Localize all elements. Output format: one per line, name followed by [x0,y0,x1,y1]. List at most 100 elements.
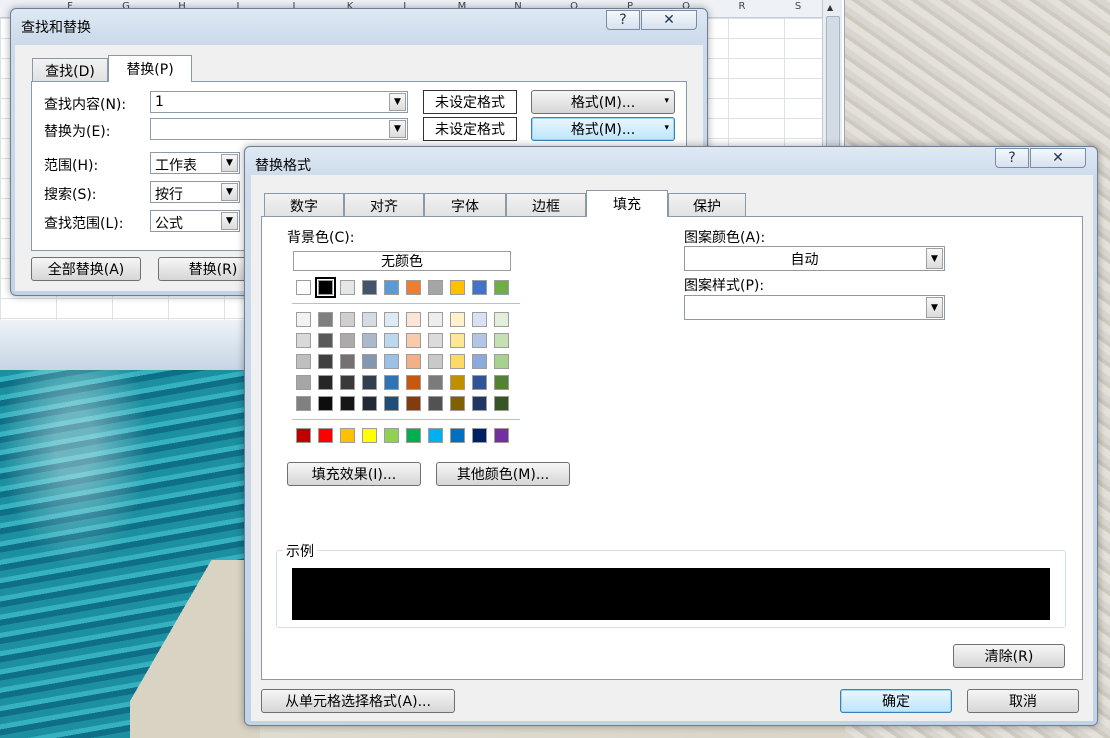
color-swatch[interactable] [450,333,465,348]
color-swatch[interactable] [494,396,509,411]
color-swatch[interactable] [340,428,355,443]
color-swatch[interactable] [318,333,333,348]
more-colors-button[interactable]: 其他颜色(M)... [436,462,570,486]
replace-all-button[interactable]: 全部替换(A) [31,257,141,281]
color-swatch[interactable] [340,354,355,369]
color-swatch[interactable] [340,312,355,327]
color-swatch[interactable] [472,354,487,369]
color-swatch[interactable] [362,333,377,348]
color-swatch[interactable] [318,354,333,369]
color-swatch[interactable] [494,428,509,443]
color-swatch[interactable] [428,354,443,369]
color-swatch[interactable] [494,280,509,295]
replace-input[interactable]: ▼ [150,118,408,140]
color-swatch[interactable] [450,428,465,443]
color-swatch[interactable] [296,333,311,348]
color-swatch[interactable] [296,312,311,327]
color-swatch[interactable] [296,280,311,295]
column-header[interactable]: S [770,1,826,12]
color-swatch[interactable] [428,375,443,390]
color-swatch[interactable] [362,396,377,411]
color-swatch[interactable] [428,280,443,295]
color-swatch[interactable] [406,354,421,369]
color-swatch[interactable] [472,333,487,348]
pattern-style-select[interactable]: ▼ [684,295,945,320]
color-swatch[interactable] [494,312,509,327]
color-swatch[interactable] [296,396,311,411]
color-swatch[interactable] [340,396,355,411]
color-swatch[interactable] [450,280,465,295]
tab-find[interactable]: 查找(D) [32,58,108,82]
dropdown-arrow-icon[interactable]: ▾ [664,96,669,106]
color-swatch[interactable] [384,396,399,411]
no-color-button[interactable]: 无颜色 [293,251,511,271]
help-button[interactable]: ? [606,10,640,30]
color-swatch[interactable] [384,375,399,390]
color-swatch[interactable] [384,333,399,348]
color-swatch[interactable] [296,354,311,369]
color-swatch[interactable] [384,428,399,443]
color-swatch[interactable] [450,375,465,390]
color-swatch[interactable] [472,428,487,443]
color-swatch[interactable] [318,396,333,411]
tab-number[interactable]: 数字 [264,193,344,217]
color-swatch[interactable] [340,375,355,390]
color-swatch[interactable] [362,312,377,327]
color-swatch[interactable] [428,333,443,348]
chevron-down-icon[interactable]: ▼ [221,154,238,172]
scope-select[interactable]: 工作表 ▼ [150,152,240,174]
choose-from-cell-button[interactable]: 从单元格选择格式(A)... [261,689,455,713]
color-swatch[interactable] [384,312,399,327]
find-format-button[interactable]: 格式(M)... ▾ [531,90,675,114]
color-swatch[interactable] [406,280,421,295]
help-button[interactable]: ? [995,148,1029,168]
scroll-up-icon[interactable]: ▲ [827,3,833,12]
color-swatch[interactable] [428,312,443,327]
color-swatch[interactable] [472,375,487,390]
color-swatch[interactable] [450,354,465,369]
color-swatch[interactable] [428,396,443,411]
find-input[interactable]: 1 ▼ [150,91,408,113]
color-swatch[interactable] [318,375,333,390]
tab-font[interactable]: 字体 [424,193,506,217]
color-swatch[interactable] [494,354,509,369]
fill-effects-button[interactable]: 填充效果(I)... [287,462,421,486]
search-select[interactable]: 按行 ▼ [150,181,240,203]
color-swatch[interactable] [384,354,399,369]
column-header[interactable]: R [714,1,770,12]
color-swatch[interactable] [315,277,336,298]
chevron-down-icon[interactable]: ▼ [389,93,406,111]
chevron-down-icon[interactable]: ▼ [389,120,406,138]
color-swatch[interactable] [472,396,487,411]
cancel-button[interactable]: 取消 [967,689,1079,713]
chevron-down-icon[interactable]: ▼ [926,297,943,318]
lookin-select[interactable]: 公式 ▼ [150,210,240,232]
color-swatch[interactable] [406,428,421,443]
color-swatch[interactable] [406,375,421,390]
chevron-down-icon[interactable]: ▼ [926,248,943,269]
scrollbar-thumb[interactable] [826,16,840,166]
tab-replace[interactable]: 替换(P) [108,55,192,82]
color-swatch[interactable] [362,428,377,443]
color-swatch[interactable] [494,333,509,348]
replace-format-button[interactable]: 格式(M)... ▾ [531,117,675,141]
color-swatch[interactable] [406,396,421,411]
color-swatch[interactable] [472,280,487,295]
pattern-color-select[interactable]: 自动 ▼ [684,246,945,271]
color-swatch[interactable] [318,312,333,327]
tab-alignment[interactable]: 对齐 [344,193,424,217]
clear-button[interactable]: 清除(R) [953,644,1065,668]
color-swatch[interactable] [450,396,465,411]
close-button[interactable]: ✕ [641,10,697,30]
close-button[interactable]: ✕ [1030,148,1086,168]
color-swatch[interactable] [494,375,509,390]
tab-protection[interactable]: 保护 [668,193,746,217]
color-swatch[interactable] [406,333,421,348]
color-swatch[interactable] [362,354,377,369]
tab-border[interactable]: 边框 [506,193,586,217]
color-swatch[interactable] [362,280,377,295]
ok-button[interactable]: 确定 [840,689,952,713]
chevron-down-icon[interactable]: ▼ [221,183,238,201]
color-swatch[interactable] [362,375,377,390]
color-swatch[interactable] [296,375,311,390]
